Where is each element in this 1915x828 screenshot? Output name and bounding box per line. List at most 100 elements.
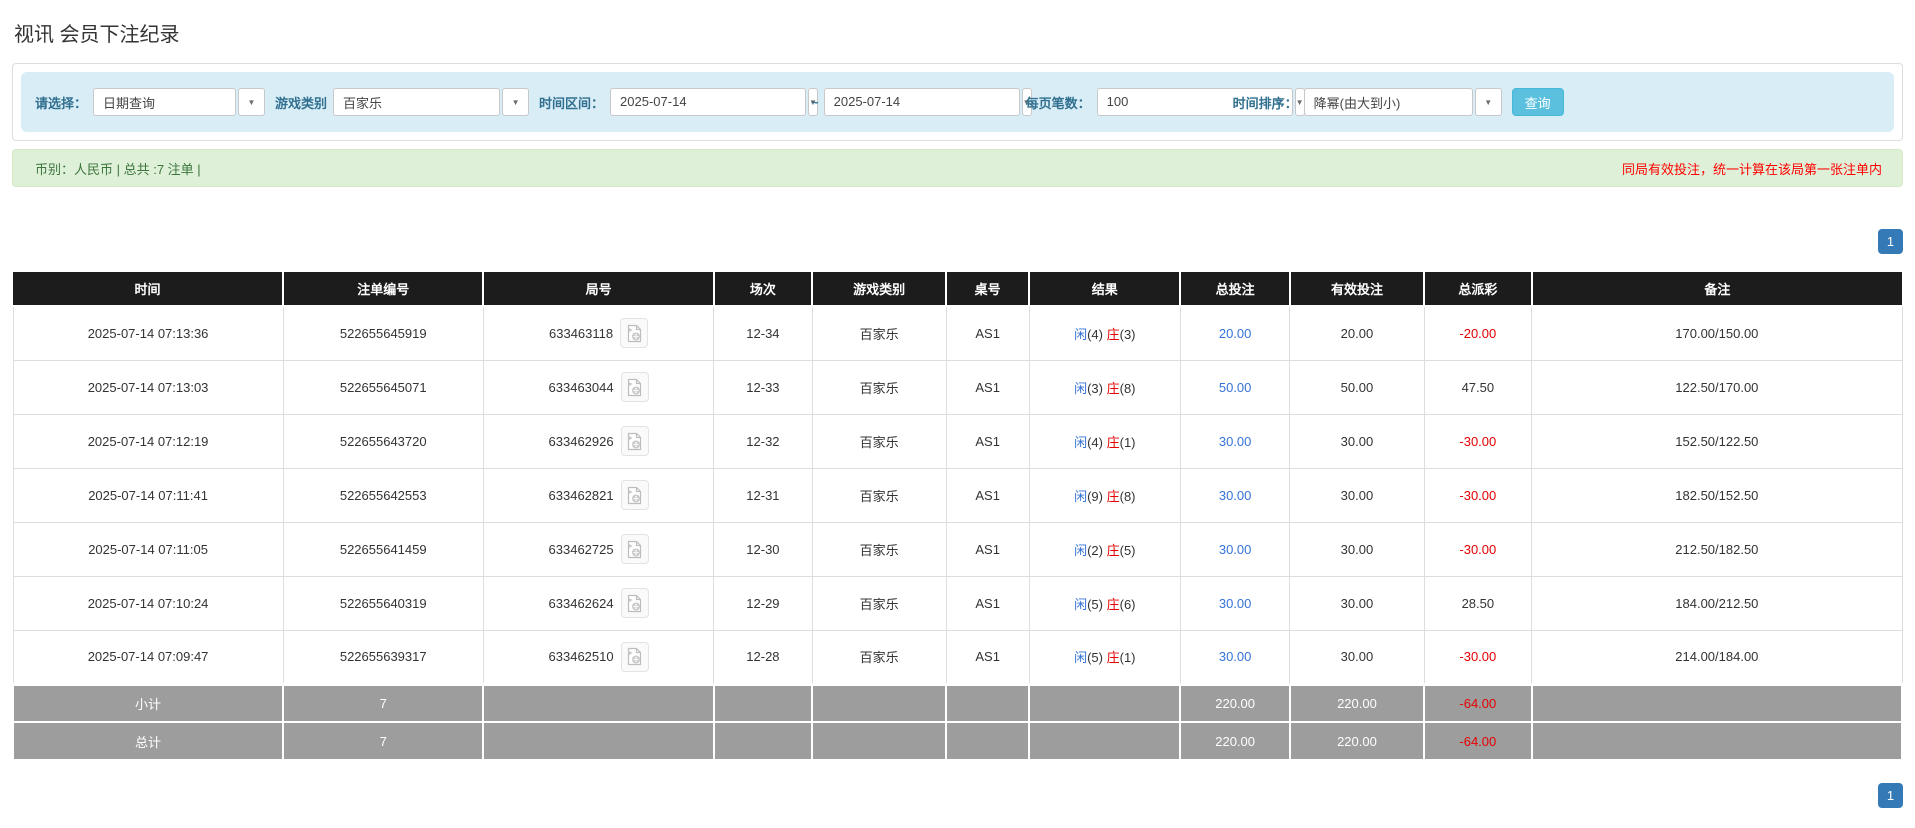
- cell-total-bet: 30.00: [1179, 521, 1291, 577]
- sort-order-value[interactable]: 降幂(由大到小): [1303, 88, 1473, 116]
- video-file-icon: [628, 594, 642, 612]
- summary-empty: [712, 721, 814, 761]
- cell-time: 2025-07-14 07:12:19: [12, 413, 284, 469]
- header-game-type: 游戏类别: [811, 272, 947, 307]
- cell-total-bet: 20.00: [1179, 305, 1291, 361]
- pagination-top: 1: [12, 229, 1903, 254]
- date-to-picker[interactable]: ▼: [823, 88, 1032, 116]
- summary-payout: -64.00: [1423, 721, 1533, 761]
- game-type-label: 游戏类别: [275, 95, 328, 111]
- result-player: 闲: [1074, 650, 1088, 665]
- cell-table-no: AS1: [945, 359, 1030, 415]
- cell-total-bet: 30.00: [1179, 413, 1291, 469]
- sort-order-select[interactable]: 降幂(由大到小) ▼: [1303, 88, 1502, 116]
- result-banker-points: (1): [1119, 650, 1136, 665]
- cell-table-no: AS1: [945, 413, 1030, 469]
- date-type-value[interactable]: 日期查询: [93, 88, 237, 116]
- cell-total-bet: 30.00: [1179, 467, 1291, 523]
- tilde-separator: ~: [811, 94, 819, 110]
- table-footer: 小计 7 220.00 220.00 -64.00 总计 7 220.00 22…: [11, 682, 1904, 761]
- cell-time: 2025-07-14 07:13:36: [12, 305, 284, 361]
- cell-game-type: 百家乐: [811, 629, 947, 685]
- cell-total-bet: 30.00: [1179, 629, 1291, 685]
- date-to-input[interactable]: [823, 88, 1020, 116]
- chevron-down-icon[interactable]: ▼: [238, 88, 266, 116]
- game-type-select[interactable]: 百家乐 ▼: [333, 88, 530, 116]
- summary-empty: [482, 682, 715, 723]
- date-from-picker[interactable]: ▼: [610, 88, 818, 116]
- cell-game-type: 百家乐: [811, 467, 947, 523]
- video-file-icon: [628, 432, 642, 450]
- cell-remark: 184.00/212.50: [1531, 575, 1903, 631]
- game-type-value[interactable]: 百家乐: [333, 88, 501, 116]
- summary-empty: [1028, 721, 1182, 761]
- summary-empty: [712, 682, 814, 723]
- video-replay-button[interactable]: [620, 426, 649, 456]
- cell-table-no: AS1: [945, 629, 1030, 685]
- cell-payout: 28.50: [1423, 575, 1533, 631]
- cell-valid-bet: 20.00: [1289, 305, 1425, 361]
- table-header-row: 时间 注单编号 局号 场次 游戏类别 桌号 结果 总投注 有效投注 总派彩 备注: [13, 272, 1902, 307]
- cell-game-type: 百家乐: [811, 359, 947, 415]
- video-replay-button[interactable]: [620, 480, 649, 510]
- result-banker-points: (3): [1119, 326, 1136, 342]
- header-result: 结果: [1028, 272, 1181, 307]
- summary-total-bet: 220.00: [1179, 682, 1291, 723]
- summary-payout: -64.00: [1423, 682, 1533, 723]
- result-banker-points: (8): [1119, 380, 1136, 396]
- cell-bet-id: 522655639317: [282, 629, 484, 685]
- table-row: 2025-07-14 07:09:47 522655639317 6334625…: [12, 629, 1903, 685]
- result-banker: 庄: [1106, 542, 1120, 558]
- cell-result: 闲(4) 庄(3): [1028, 305, 1181, 361]
- cell-game-type: 百家乐: [811, 305, 947, 361]
- summary-empty: [945, 721, 1031, 761]
- video-replay-button[interactable]: [620, 534, 649, 564]
- cell-bet-id: 522655645919: [282, 305, 484, 361]
- cell-round-id: 633462926: [482, 413, 715, 469]
- search-button[interactable]: 查询: [1511, 88, 1564, 116]
- cell-remark: 122.50/170.00: [1531, 359, 1903, 415]
- cell-session: 12-30: [713, 521, 813, 577]
- cell-time: 2025-07-14 07:11:05: [12, 521, 284, 577]
- summary-valid-bet: 220.00: [1288, 682, 1426, 723]
- chevron-down-icon[interactable]: ▼: [502, 88, 530, 116]
- video-file-icon: [628, 647, 642, 666]
- summary-count: 7: [282, 721, 485, 761]
- page-size-label: 每页笔数：: [1025, 95, 1091, 111]
- video-replay-button[interactable]: [620, 318, 649, 349]
- page-size-select[interactable]: ▼: [1096, 88, 1305, 116]
- pagination-bottom: 1: [12, 783, 1903, 808]
- round-number: 633462821: [548, 487, 614, 503]
- date-type-label: 请选择：: [35, 95, 88, 111]
- cell-table-no: AS1: [945, 521, 1030, 577]
- table-row: 2025-07-14 07:12:19 522655643720 6334629…: [12, 413, 1903, 469]
- video-replay-button[interactable]: [620, 641, 649, 672]
- cell-round-id: 633463118: [482, 305, 715, 361]
- cell-payout: -20.00: [1423, 305, 1533, 361]
- video-replay-button[interactable]: [620, 588, 649, 618]
- header-session: 场次: [712, 272, 813, 307]
- date-from-input[interactable]: [610, 88, 807, 116]
- round-number: 633462725: [548, 541, 614, 557]
- cell-valid-bet: 50.00: [1289, 359, 1425, 415]
- summary-empty: [482, 721, 715, 761]
- page-root: 视讯 会员下注纪录 请选择： 日期查询 ▼ 游戏类别 百家乐 ▼ 时间区间： ▼…: [0, 0, 1915, 828]
- summary-valid-bet: 220.00: [1288, 721, 1426, 761]
- video-replay-button[interactable]: [620, 372, 649, 402]
- cell-bet-id: 522655641459: [282, 521, 484, 577]
- result-player: 闲: [1074, 596, 1088, 612]
- summary-empty: [811, 721, 948, 761]
- page-1-button[interactable]: 1: [1878, 783, 1903, 808]
- cell-round-id: 633462725: [482, 521, 715, 577]
- date-type-select[interactable]: 日期查询 ▼: [93, 88, 266, 116]
- cell-remark: 152.50/122.50: [1531, 413, 1903, 469]
- header-table-no: 桌号: [945, 272, 1030, 307]
- cell-remark: 212.50/182.50: [1531, 521, 1903, 577]
- cell-time: 2025-07-14 07:13:03: [12, 359, 284, 415]
- page-1-button[interactable]: 1: [1878, 229, 1903, 254]
- cell-table-no: AS1: [945, 575, 1030, 631]
- video-file-icon: [628, 486, 642, 504]
- cell-remark: 182.50/152.50: [1531, 467, 1903, 523]
- summary-empty: [1530, 721, 1904, 761]
- chevron-down-icon[interactable]: ▼: [1474, 88, 1502, 116]
